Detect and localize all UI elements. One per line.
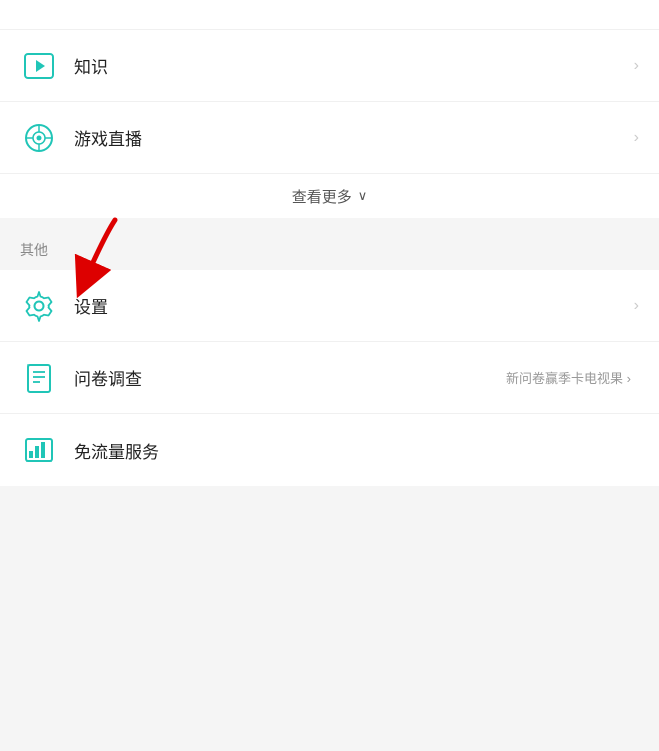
view-more-label: 查看更多 bbox=[292, 186, 352, 207]
menu-item-settings[interactable]: 设置 › bbox=[0, 270, 659, 342]
settings-label: 设置 bbox=[74, 293, 634, 318]
free-traffic-icon bbox=[20, 431, 58, 469]
survey-label: 问卷调查 bbox=[74, 365, 506, 390]
red-arrow-indicator bbox=[50, 215, 140, 310]
main-container: 知识 › 游戏直播 › 查看更多 ∨ 其他 bbox=[0, 0, 659, 751]
game-live-label: 游戏直播 bbox=[74, 125, 634, 150]
knowledge-chevron: › bbox=[634, 57, 639, 75]
menu-item-knowledge[interactable]: 知识 › bbox=[0, 30, 659, 102]
knowledge-icon bbox=[20, 47, 58, 85]
knowledge-label: 知识 bbox=[74, 53, 634, 78]
top-partial-item bbox=[0, 0, 659, 30]
game-live-chevron: › bbox=[634, 129, 639, 147]
section-other-title: 其他 bbox=[20, 242, 48, 258]
game-live-icon bbox=[20, 119, 58, 157]
survey-badge: 新问卷赢季卡电视果 › bbox=[506, 368, 631, 387]
settings-chevron: › bbox=[634, 297, 639, 315]
menu-item-free-traffic[interactable]: 免流量服务 bbox=[0, 414, 659, 486]
view-more-chevron: ∨ bbox=[358, 188, 368, 204]
menu-item-survey[interactable]: 问卷调查 新问卷赢季卡电视果 › bbox=[0, 342, 659, 414]
survey-icon bbox=[20, 359, 58, 397]
menu-item-game-live[interactable]: 游戏直播 › bbox=[0, 102, 659, 174]
free-traffic-label: 免流量服务 bbox=[74, 438, 639, 463]
